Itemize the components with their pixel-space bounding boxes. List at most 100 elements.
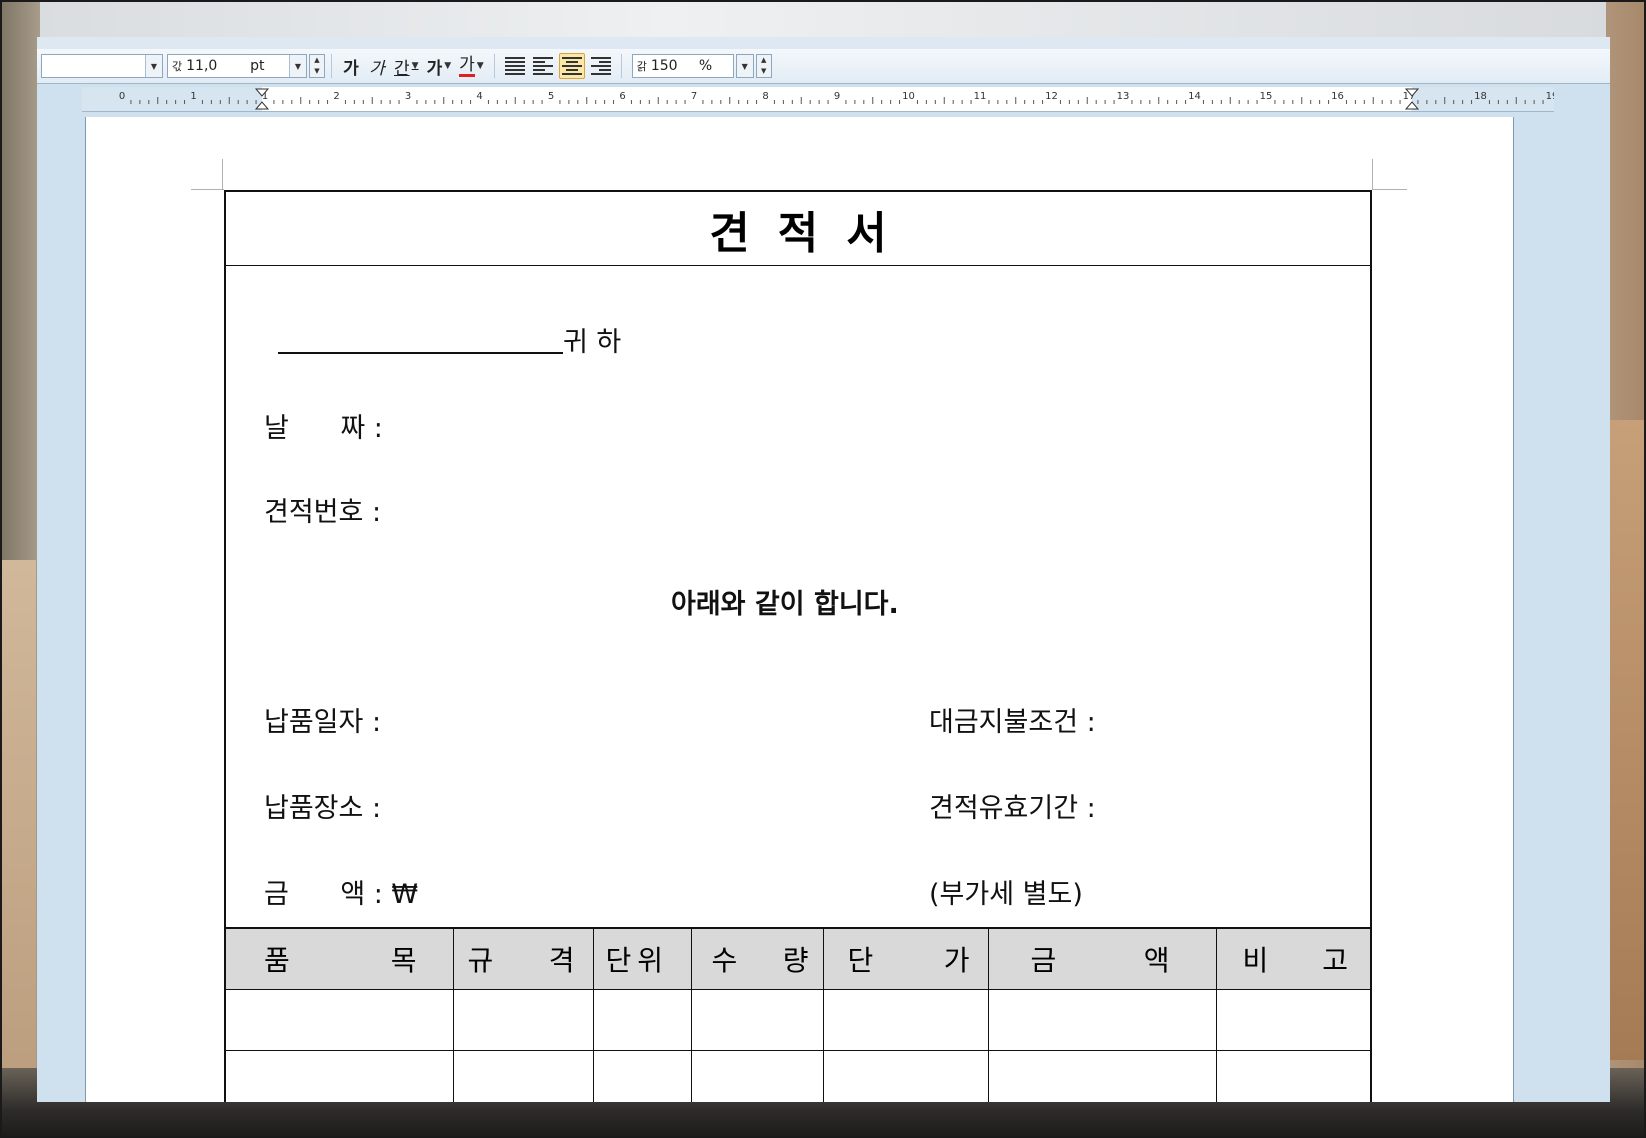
- font-color-button[interactable]: 가 ▼: [457, 53, 486, 79]
- table-row: [226, 1050, 1370, 1102]
- table-cell[interactable]: [822, 989, 989, 1051]
- bold-button[interactable]: 가: [340, 53, 362, 79]
- delivery-place-label: 납품장소 :: [264, 793, 382, 824]
- crop-mark: [191, 189, 224, 190]
- background-box-left: [0, 560, 36, 1120]
- ruler-label: 1: [190, 91, 196, 102]
- chevron-down-icon[interactable]: ▼: [289, 55, 306, 77]
- ruler-label: 11: [974, 91, 987, 102]
- items-table: 품목 규격 단위 수량 단가 금액 비고: [226, 927, 1370, 1102]
- table-cell[interactable]: [226, 1050, 454, 1102]
- header-amount: 금액: [987, 927, 1217, 990]
- toolbar-separator: [620, 54, 622, 78]
- ruler-label: 4: [476, 91, 482, 102]
- background-window: [40, 0, 1606, 40]
- table-cell[interactable]: [987, 989, 1217, 1051]
- table-cell[interactable]: [226, 989, 454, 1051]
- align-justify-button[interactable]: [503, 53, 527, 79]
- date-label: 날 짜 :: [264, 413, 383, 444]
- ruler-label: 5: [548, 91, 554, 102]
- table-cell[interactable]: [452, 1050, 594, 1102]
- header-remarks: 비고: [1215, 927, 1370, 990]
- chevron-down-icon[interactable]: ▼: [412, 61, 419, 71]
- ruler-label: 2: [333, 91, 339, 102]
- table-cell[interactable]: [592, 989, 692, 1051]
- strike-label: 가: [426, 58, 443, 79]
- chevron-down-icon[interactable]: ▼: [444, 61, 451, 71]
- validity-period-label: 견적유효기간 :: [929, 793, 1096, 824]
- table-cell[interactable]: [690, 1050, 824, 1102]
- header-unit-price: 단가: [822, 927, 989, 990]
- table-row: [226, 989, 1370, 1051]
- amount-label: 금 액 : ₩: [264, 879, 419, 910]
- font-size-unit: pt: [250, 58, 265, 74]
- word-processor-window: ▼ 갃 11,0 pt ▼ ▲ ▼ 가 가 간 ▼ 가 ▼ 가 ▼ 갉 150 …: [37, 37, 1610, 1102]
- line-spacing-value[interactable]: 150: [647, 58, 695, 74]
- line-spacing-dropdown[interactable]: ▼: [735, 54, 754, 78]
- header-item: 품목: [226, 927, 454, 990]
- line-spacing-spinner[interactable]: ▲ ▼: [755, 54, 772, 78]
- table-cell[interactable]: [1215, 1050, 1370, 1102]
- crop-mark: [222, 159, 223, 190]
- font-color-label: 가: [459, 54, 475, 77]
- table-cell[interactable]: [987, 1050, 1217, 1102]
- delivery-date-label: 납품일자 :: [264, 707, 382, 738]
- table-cell[interactable]: [1215, 989, 1370, 1051]
- formatting-toolbar: ▼ 갃 11,0 pt ▼ ▲ ▼ 가 가 간 ▼ 가 ▼ 가 ▼ 갉 150 …: [37, 49, 1610, 84]
- table-cell[interactable]: [592, 1050, 692, 1102]
- document-page[interactable]: 견적서 귀 하 날 짜 : 견적번호 : 아래와 같이 합니다. 납품일자 : …: [85, 117, 1514, 1102]
- align-center-button[interactable]: [558, 53, 585, 79]
- vat-note: (부가세 별도): [929, 879, 1083, 910]
- underline-button[interactable]: 간 ▼: [392, 53, 421, 79]
- ruler-label: 19: [1546, 91, 1554, 102]
- line-spacing-unit: %: [698, 58, 713, 74]
- ruler-label: 10: [902, 91, 915, 102]
- bold-label: 가: [343, 58, 359, 79]
- toolbar-separator: [493, 54, 495, 78]
- font-name-combo[interactable]: ▼: [41, 54, 163, 78]
- toolbar-separator: [331, 54, 332, 78]
- font-size-value[interactable]: 11,0: [182, 58, 246, 74]
- ruler-label: 18: [1474, 91, 1487, 102]
- align-right-button[interactable]: [589, 53, 613, 79]
- ruler-label: 13: [1117, 91, 1130, 102]
- italic-button[interactable]: 가: [366, 53, 388, 79]
- background-box-right: [1606, 420, 1646, 1060]
- table-cell[interactable]: [690, 989, 824, 1051]
- crop-mark: [1372, 159, 1373, 190]
- crop-mark: [1372, 189, 1407, 190]
- line-spacing-combo[interactable]: 갉 150 %: [631, 54, 734, 78]
- table-cell[interactable]: [452, 989, 594, 1051]
- payment-terms-label: 대금지불조건 :: [929, 707, 1096, 738]
- ruler-label: 3: [405, 91, 411, 102]
- underline-label: 간: [394, 58, 410, 79]
- chevron-down-icon[interactable]: ▼: [477, 61, 484, 71]
- recipient-suffix: 귀 하: [563, 327, 622, 358]
- ruler-label: 16: [1331, 91, 1344, 102]
- ruler-label: 12: [1045, 91, 1058, 102]
- ruler-label: 14: [1188, 91, 1201, 102]
- header-spec: 규격: [452, 927, 594, 990]
- strikethrough-button[interactable]: 가 ▼: [425, 53, 454, 79]
- chevron-down-icon[interactable]: ▼: [145, 55, 162, 77]
- notice-text: 아래와 같이 합니다.: [671, 589, 899, 620]
- horizontal-ruler[interactable]: 0112345678910111213141516171819: [82, 87, 1554, 112]
- align-left-button[interactable]: [531, 53, 555, 79]
- font-size-icon: 갃: [172, 60, 183, 73]
- line-spacing-icon: 갉: [636, 60, 647, 73]
- quote-number-label: 견적번호 :: [264, 497, 382, 528]
- table-header-row: 품목 규격 단위 수량 단가 금액 비고: [226, 927, 1370, 990]
- ruler-margin-left: [82, 87, 262, 111]
- ruler-label: 0: [119, 91, 125, 102]
- align-right-icon: [590, 57, 611, 75]
- chevron-down-icon[interactable]: ▼: [736, 55, 753, 77]
- recipient-blank-line[interactable]: [278, 352, 563, 354]
- font-size-spinner[interactable]: ▲ ▼: [309, 54, 325, 78]
- page-title: 견적서: [226, 192, 1370, 266]
- table-cell[interactable]: [822, 1050, 989, 1102]
- ruler-label: 15: [1260, 91, 1273, 102]
- quotation-form: 견적서 귀 하 날 짜 : 견적번호 : 아래와 같이 합니다. 납품일자 : …: [224, 190, 1372, 1102]
- align-left-icon: [532, 57, 553, 75]
- font-size-combo[interactable]: 갃 11,0 pt ▼: [167, 54, 307, 78]
- ruler-scale: 0112345678910111213141516171819: [82, 87, 1554, 111]
